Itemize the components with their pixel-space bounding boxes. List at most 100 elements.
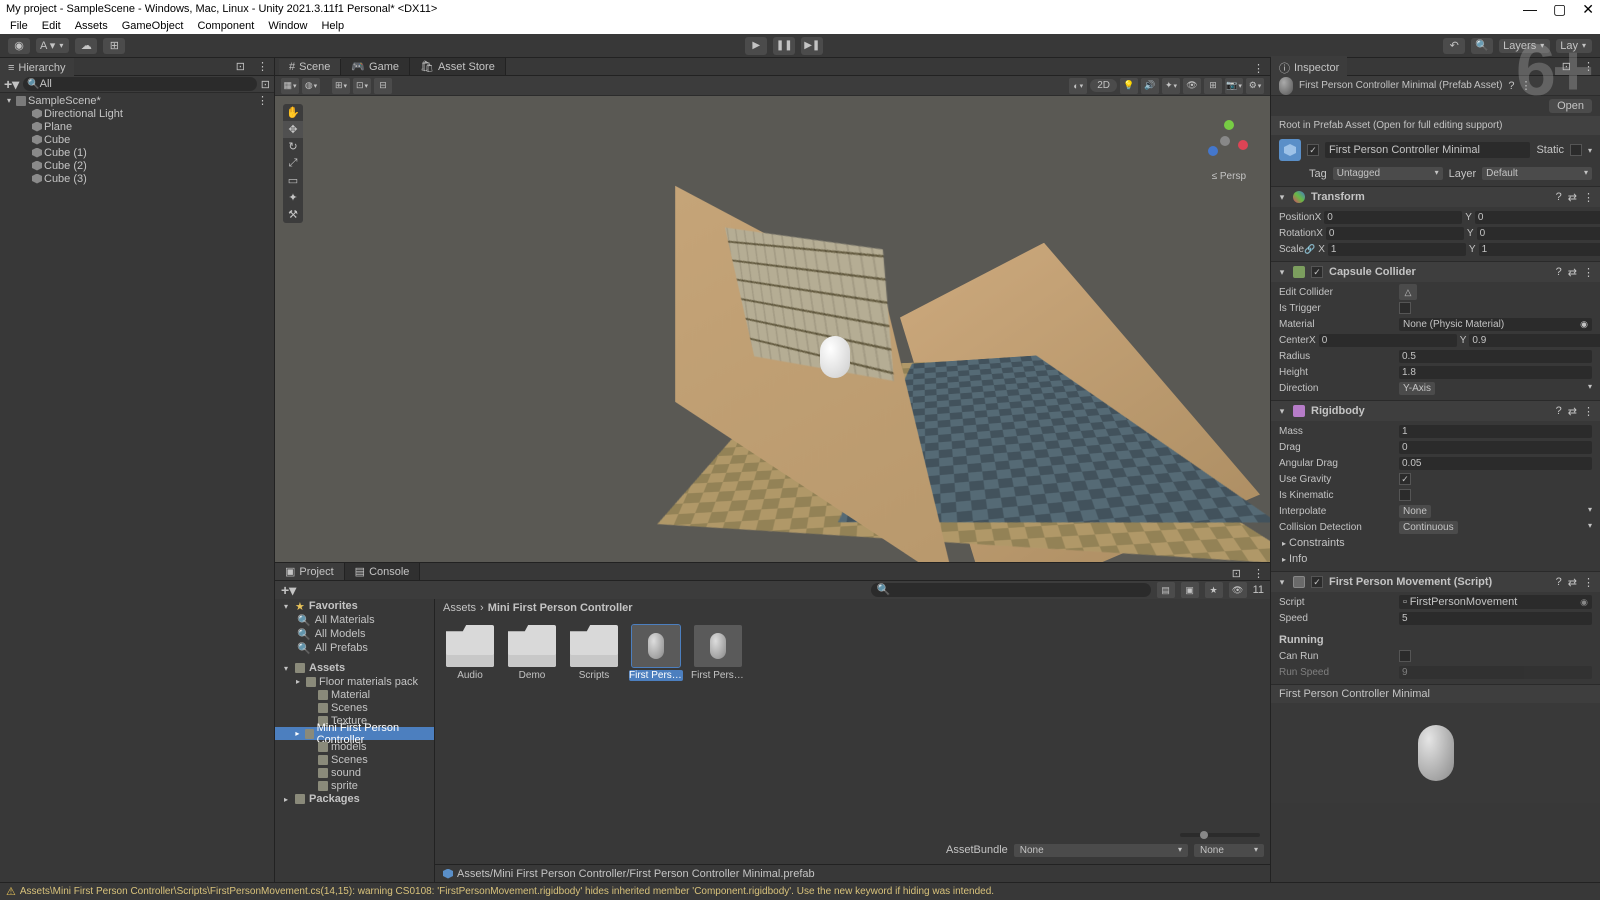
center-x[interactable] <box>1319 334 1457 347</box>
panel-lock-icon[interactable]: ⊡ <box>1556 60 1577 73</box>
component-enabled-checkbox[interactable] <box>1311 576 1323 588</box>
rot-x[interactable] <box>1326 227 1464 240</box>
layer-dropdown[interactable]: Default <box>1482 167 1592 180</box>
static-checkbox[interactable] <box>1570 144 1582 156</box>
help-icon[interactable]: ? <box>1556 191 1562 204</box>
active-checkbox[interactable] <box>1307 144 1319 156</box>
menu-assets[interactable]: Assets <box>69 20 114 32</box>
can-run-checkbox[interactable] <box>1399 650 1411 662</box>
assetstore-tab[interactable]: 🛍Asset Store <box>410 58 506 75</box>
play-button[interactable]: ▶ <box>745 37 767 55</box>
is-kinematic-checkbox[interactable] <box>1399 489 1411 501</box>
speed-input[interactable] <box>1399 612 1592 625</box>
favorites-header[interactable]: ▾★Favorites <box>275 599 434 613</box>
favorite-item[interactable]: 🔍All Prefabs <box>275 641 434 655</box>
script-header[interactable]: ▾ First Person Movement (Script) ?⇄⋮ <box>1271 572 1600 592</box>
breadcrumb-item[interactable]: Mini First Person Controller <box>488 602 633 614</box>
project-tree-item[interactable]: Scenes <box>275 753 434 766</box>
project-tree-item[interactable]: Scenes <box>275 701 434 714</box>
interpolate-dropdown[interactable]: None <box>1399 505 1431 518</box>
help-icon[interactable]: ? <box>1556 266 1562 279</box>
assetbundle-variant[interactable]: None <box>1194 844 1264 857</box>
preset-icon[interactable]: ⇄ <box>1568 576 1577 589</box>
preview-viewport[interactable] <box>1271 703 1600 803</box>
direction-dropdown[interactable]: Y-Axis <box>1399 382 1435 395</box>
mass-input[interactable] <box>1399 425 1592 438</box>
undo-history-icon[interactable]: ↶ <box>1443 38 1465 54</box>
project-tree-item[interactable]: ▸Mini First Person Controller <box>275 727 434 740</box>
cloud-icon[interactable]: ☁ <box>75 38 97 54</box>
close-button[interactable]: ✕ <box>1582 4 1594 14</box>
grid-visibility[interactable]: ⊞ <box>1204 78 1222 94</box>
hierarchy-item[interactable]: Cube (1) <box>0 146 274 159</box>
radius-input[interactable] <box>1399 350 1592 363</box>
transform-tool[interactable]: ✦ <box>283 189 303 206</box>
menu-gameobject[interactable]: GameObject <box>116 20 190 32</box>
panel-menu-icon[interactable]: ⋮ <box>1247 567 1270 580</box>
project-tree-item[interactable]: sound <box>275 766 434 779</box>
lighting-toggle[interactable]: 💡 <box>1120 78 1138 94</box>
menu-component[interactable]: Component <box>191 20 260 32</box>
collision-detection-dropdown[interactable]: Continuous <box>1399 521 1458 534</box>
move-tool[interactable]: ✥ <box>283 121 303 138</box>
gizmos-dropdown[interactable]: ⚙ <box>1246 78 1264 94</box>
gameobject-icon[interactable] <box>1279 139 1301 161</box>
favorite-item[interactable]: 🔍All Models <box>275 627 434 641</box>
step-button[interactable]: ▶❚ <box>801 37 823 55</box>
pos-x[interactable] <box>1324 211 1462 224</box>
asset-item[interactable]: Scripts <box>567 625 621 681</box>
preset-icon[interactable]: ⇄ <box>1568 191 1577 204</box>
rotate-tool[interactable]: ↻ <box>283 138 303 155</box>
panel-lock-icon[interactable]: ⊡ <box>230 60 251 73</box>
edit-collider-button[interactable]: △ <box>1399 284 1417 300</box>
gizmo-center[interactable] <box>1220 136 1230 146</box>
hierarchy-item[interactable]: Cube (3) <box>0 172 274 185</box>
component-enabled-checkbox[interactable] <box>1311 266 1323 278</box>
hierarchy-tab[interactable]: ≡ Hierarchy <box>0 58 74 76</box>
create-asset-button[interactable]: +▾ <box>281 582 296 599</box>
fx-toggle[interactable]: ✦ <box>1162 78 1180 94</box>
rot-y[interactable] <box>1477 227 1600 240</box>
scene-menu-icon[interactable]: ⋮ <box>257 94 274 107</box>
packages-header[interactable]: ▸Packages <box>275 792 434 806</box>
scene-root[interactable]: ▾ SampleScene* ⋮ <box>0 94 274 107</box>
asset-item[interactable]: First Perso... <box>691 625 745 681</box>
audio-toggle[interactable]: 🔊 <box>1141 78 1159 94</box>
component-menu-icon[interactable]: ⋮ <box>1521 79 1532 92</box>
layers-dropdown[interactable]: Layers <box>1499 39 1550 53</box>
scene-viewport[interactable]: ✋ ✥ ↻ ⤢ ▭ ✦ ⚒ ≤ Persp <box>275 96 1270 562</box>
create-button[interactable]: +▾ <box>4 76 19 93</box>
constraints-foldout[interactable]: ▸Constraints <box>1279 535 1592 551</box>
component-menu-icon[interactable]: ⋮ <box>1583 576 1594 589</box>
rect-tool[interactable]: ▭ <box>283 172 303 189</box>
asset-item[interactable]: Demo <box>505 625 559 681</box>
component-menu-icon[interactable]: ⋮ <box>1583 191 1594 204</box>
component-menu-icon[interactable]: ⋮ <box>1583 405 1594 418</box>
is-trigger-checkbox[interactable] <box>1399 302 1411 314</box>
hierarchy-item[interactable]: Plane <box>0 120 274 133</box>
custom-tool[interactable]: ⚒ <box>283 206 303 223</box>
scale-x[interactable] <box>1328 243 1466 256</box>
status-bar[interactable]: ⚠ Assets\Mini First Person Controller\Sc… <box>0 882 1600 900</box>
help-icon[interactable]: ? <box>1508 80 1514 92</box>
search-filter-label[interactable]: ▣ <box>1181 582 1199 598</box>
panel-menu-icon[interactable]: ⋮ <box>1247 62 1270 75</box>
projection-label[interactable]: ≤ Persp <box>1212 171 1246 182</box>
menu-edit[interactable]: Edit <box>36 20 67 32</box>
breadcrumb-item[interactable]: Assets <box>443 602 476 614</box>
asset-item[interactable]: First Perso... <box>629 625 683 681</box>
shading-dropdown[interactable]: ◍ <box>302 78 320 94</box>
console-tab[interactable]: ▤Console <box>345 563 421 580</box>
panel-menu-icon[interactable]: ⋮ <box>251 60 274 73</box>
preview-header[interactable]: First Person Controller Minimal <box>1271 685 1600 703</box>
services-icon[interactable]: ⊞ <box>103 38 125 54</box>
search-icon[interactable]: 🔍 <box>1471 38 1493 54</box>
hand-tool[interactable]: ✋ <box>283 104 303 121</box>
gizmo-y-axis[interactable] <box>1224 120 1234 130</box>
transform-header[interactable]: ▾ Transform ?⇄⋮ <box>1271 187 1600 207</box>
height-input[interactable] <box>1399 366 1592 379</box>
asset-item[interactable]: Audio <box>443 625 497 681</box>
project-tab[interactable]: ▣Project <box>275 563 345 580</box>
draw-mode-dropdown[interactable]: ▦ <box>281 78 299 94</box>
hierarchy-item[interactable]: Directional Light <box>0 107 274 120</box>
